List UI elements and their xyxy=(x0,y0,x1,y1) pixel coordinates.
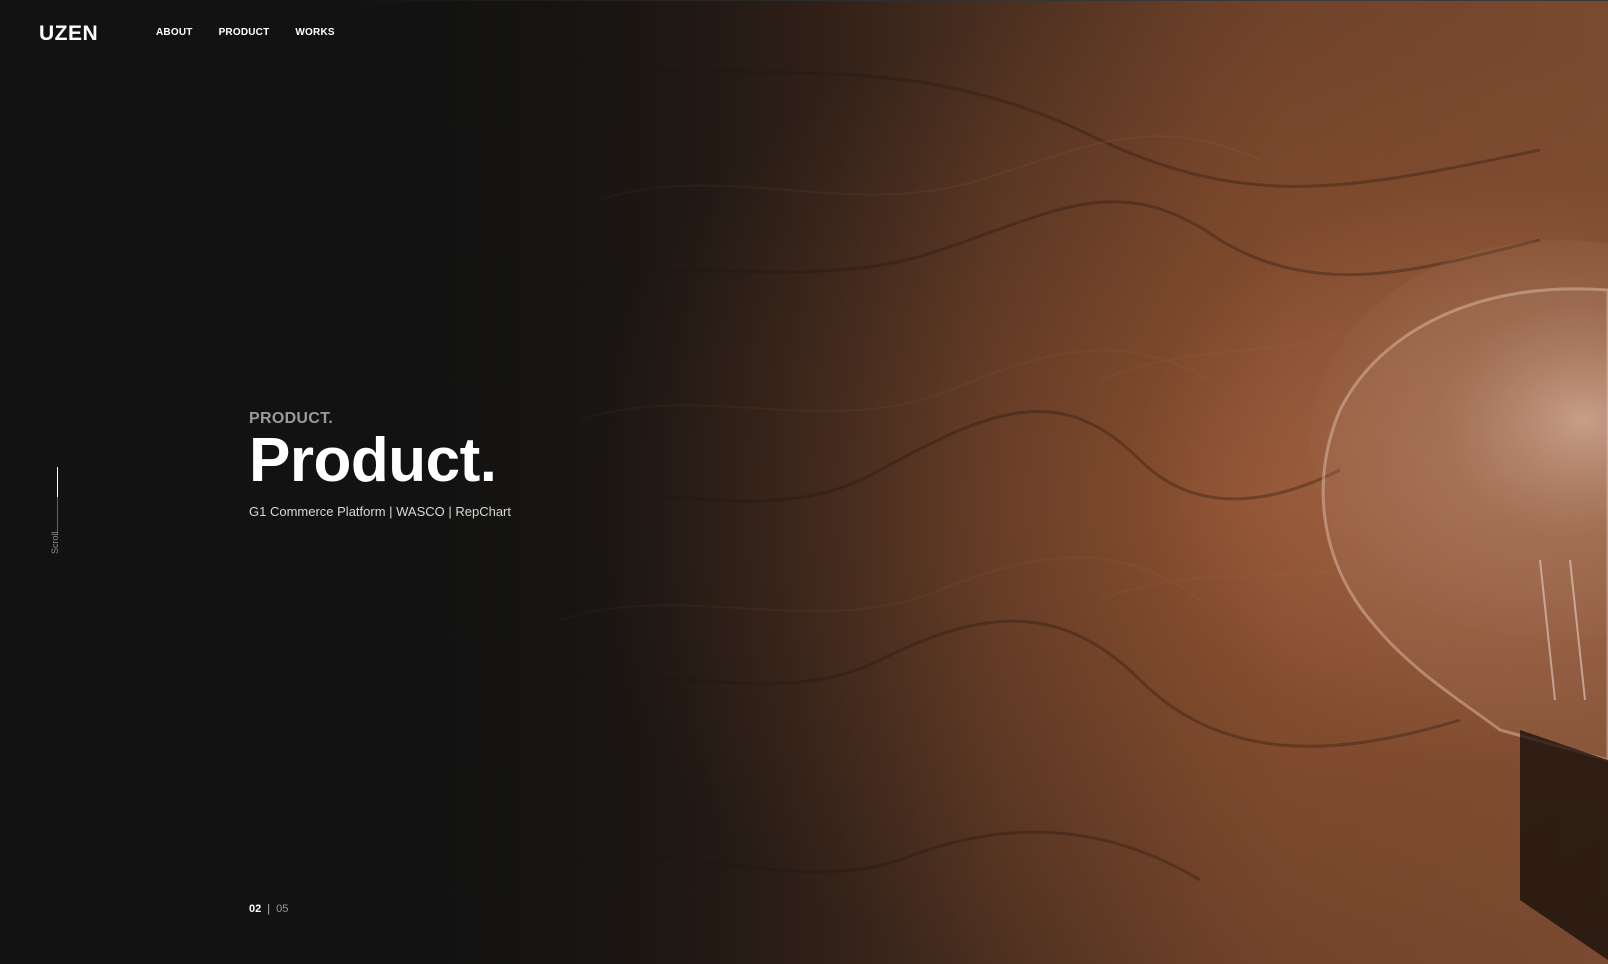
site-header: UZEN ABOUT PRODUCT WORKS xyxy=(0,0,1608,70)
pager-total: 05 xyxy=(276,903,289,915)
scroll-label: Scroll xyxy=(50,531,60,554)
pager-separator: | xyxy=(267,903,271,915)
scroll-indicator-progress xyxy=(57,467,58,497)
hero-content: PRODUCT. Product. G1 Commerce Platform |… xyxy=(249,410,511,519)
hero-subtitle: G1 Commerce Platform | WASCO | RepChart xyxy=(249,504,511,519)
site-logo[interactable]: UZEN xyxy=(39,22,98,46)
nav-item-works[interactable]: WORKS xyxy=(295,27,334,38)
main-nav: ABOUT PRODUCT WORKS xyxy=(156,27,361,38)
page-title: Product. xyxy=(249,426,497,495)
hero-section: UZEN ABOUT PRODUCT WORKS Scroll PRODUCT.… xyxy=(0,0,1608,964)
nav-item-product[interactable]: PRODUCT xyxy=(219,27,270,38)
pager-current: 02 xyxy=(249,903,262,915)
slide-pager: 02 | 05 xyxy=(249,903,288,915)
nav-item-about[interactable]: ABOUT xyxy=(156,27,193,38)
light-bulb-image xyxy=(1310,240,1608,960)
